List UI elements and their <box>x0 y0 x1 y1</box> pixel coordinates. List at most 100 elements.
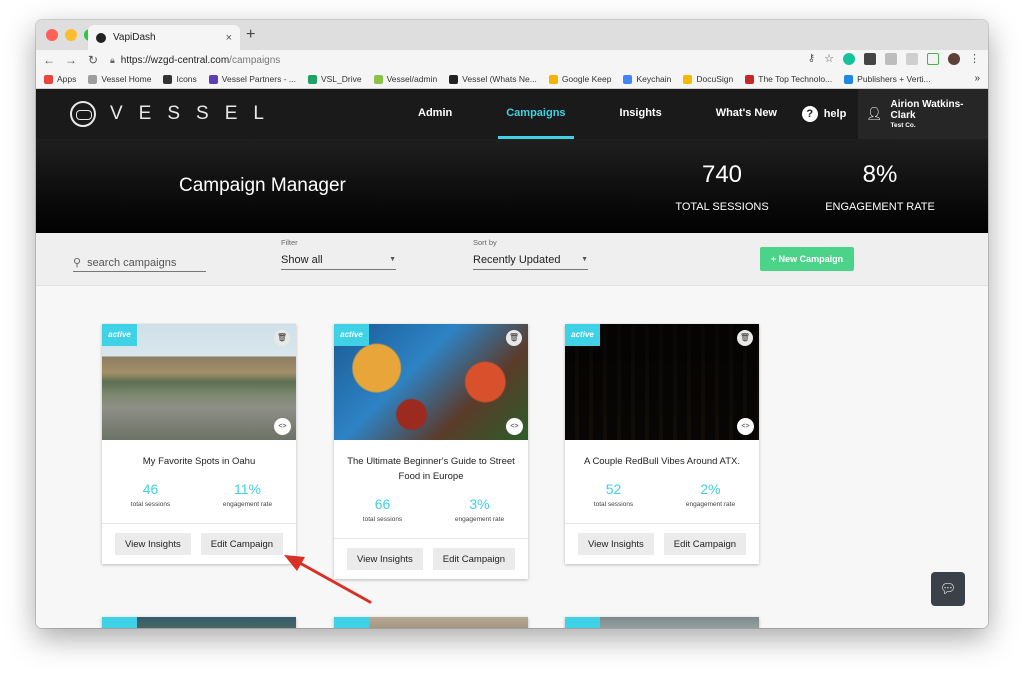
bookmark-item[interactable]: Vessel (Whats Ne... <box>449 74 537 84</box>
trash-icon[interactable]: 🗑︎ <box>737 330 753 346</box>
user-company: Test Co. <box>890 122 916 129</box>
browser-window: VapiDash × + ← → ↻ 🔒︎ https://wzgd-centr… <box>36 20 988 628</box>
bookmark-item[interactable]: Apps <box>44 74 76 84</box>
tab-close-icon[interactable]: × <box>226 32 232 44</box>
bookmark-label: Vessel (Whats Ne... <box>462 74 537 84</box>
menu-insights[interactable]: Insights <box>612 89 670 139</box>
campaign-card <box>102 617 296 628</box>
trash-icon[interactable]: 🗑︎ <box>274 330 290 346</box>
campaign-title: A Couple RedBull Vibes Around ATX. <box>584 456 740 467</box>
bookmarks-overflow-icon[interactable]: » <box>974 73 980 84</box>
reload-icon[interactable]: ↻ <box>84 53 102 67</box>
filter-select[interactable]: Filter Show all ▼ <box>281 238 396 270</box>
total-sessions-stat: 740 TOTAL SESSIONS <box>672 159 772 213</box>
campaign-thumbnail[interactable]: active 🗑︎ <> <box>102 324 296 440</box>
status-badge: active <box>334 324 369 346</box>
bookmark-label: Vessel Home <box>101 74 152 84</box>
bookmark-icon <box>844 74 854 84</box>
page-title: Campaign Manager <box>179 175 346 196</box>
engagement-label: engagement rate <box>222 501 273 508</box>
star-icon[interactable]: ☆ <box>824 52 834 65</box>
chat-widget-button[interactable]: 💬︎ <box>931 572 965 606</box>
extension-icon[interactable] <box>885 52 897 65</box>
sort-select[interactable]: Sort by Recently Updated ▼ <box>473 238 588 270</box>
user-name: Airion Watkins-Clark <box>890 99 964 121</box>
view-insights-button[interactable]: View Insights <box>114 533 191 555</box>
bookmark-item[interactable]: DocuSign <box>683 74 733 84</box>
campaign-grid: active 🗑︎ <> My Favorite Spots in Oahu 4… <box>36 286 988 628</box>
campaign-thumbnail[interactable] <box>334 617 528 628</box>
campaign-thumbnail[interactable] <box>565 617 759 628</box>
user-menu[interactable]: 👤︎ Airion Watkins-Clark Test Co. <box>858 89 988 139</box>
extension-icon[interactable] <box>906 52 918 65</box>
url-field[interactable]: 🔒︎ https://wzgd-central.com/campaigns <box>110 55 280 66</box>
minimize-window-button[interactable] <box>65 29 77 41</box>
bookmark-label: Apps <box>57 74 77 84</box>
bookmark-icon <box>449 74 459 84</box>
vessel-logo[interactable]: VESSEL <box>70 101 280 127</box>
bookmark-item[interactable]: Google Keep <box>548 74 611 84</box>
bookmark-item[interactable]: Keychain <box>623 74 671 84</box>
bookmark-icon <box>548 74 558 84</box>
favicon-icon <box>96 32 106 43</box>
edit-campaign-button[interactable]: Edit Campaign <box>200 533 284 555</box>
engagement-rate-value: 8% <box>862 161 898 188</box>
bookmark-label: The Top Technolo... <box>758 74 833 84</box>
sessions-value: 46 <box>142 481 159 497</box>
shield-extension-icon[interactable] <box>864 52 876 65</box>
new-tab-button[interactable]: + <box>246 26 255 44</box>
url-host: https://wzgd-central.com <box>120 54 230 66</box>
new-campaign-button[interactable]: + New Campaign <box>760 247 854 271</box>
search-input[interactable]: ⚲ search campaigns <box>73 254 206 272</box>
bookmark-icon <box>373 74 383 84</box>
forward-icon[interactable]: → <box>62 53 80 67</box>
view-insights-button[interactable]: View Insights <box>346 548 423 570</box>
analytics-extension-icon[interactable] <box>927 52 939 65</box>
bookmark-label: Publishers + Verti... <box>857 74 931 84</box>
bookmark-icon <box>683 74 693 84</box>
bookmark-item[interactable]: Vessel Home <box>88 74 151 84</box>
bookmark-item[interactable]: The Top Technolo... <box>745 74 832 84</box>
profile-avatar-icon[interactable] <box>948 52 960 65</box>
bookmark-label: Keychain <box>636 74 672 84</box>
status-badge: active <box>102 324 137 346</box>
menu-whats-new[interactable]: What's New <box>708 89 785 139</box>
vessel-helmet-icon <box>70 101 96 127</box>
chat-bubble-icon: 💬︎ <box>939 581 957 596</box>
more-menu-icon[interactable]: ⋮ <box>969 52 980 65</box>
close-window-button[interactable] <box>46 29 58 41</box>
help-button[interactable]: ? help <box>792 89 856 139</box>
edit-campaign-button[interactable]: Edit Campaign <box>432 548 516 570</box>
toolbar-extensions: ⚷ ☆ ⋮ <box>808 52 980 65</box>
bookmark-item[interactable]: Vessel Partners - ... <box>208 74 296 84</box>
bookmark-label: Icons <box>176 74 197 84</box>
menu-campaigns[interactable]: Campaigns <box>498 89 574 139</box>
browser-tab[interactable]: VapiDash × <box>88 25 240 50</box>
campaign-thumbnail[interactable]: active 🗑︎ <> <box>565 324 759 440</box>
edit-campaign-button[interactable]: Edit Campaign <box>663 533 747 555</box>
search-icon: ⚲ <box>73 257 82 269</box>
view-insights-button[interactable]: View Insights <box>577 533 654 555</box>
chevron-down-icon: ▼ <box>581 256 588 263</box>
bookmark-item[interactable]: Icons <box>163 74 197 84</box>
back-icon[interactable]: ← <box>40 53 58 67</box>
trash-icon[interactable]: 🗑︎ <box>506 330 522 346</box>
campaign-title: My Favorite Spots in Oahu <box>142 456 256 467</box>
embed-code-icon[interactable]: <> <box>737 418 754 435</box>
bookmark-item[interactable]: Publishers + Verti... <box>844 74 931 84</box>
total-sessions-value: 740 <box>701 161 743 188</box>
embed-code-icon[interactable]: <> <box>506 418 523 435</box>
engagement-value: 2% <box>700 481 721 497</box>
bookmark-item[interactable]: VSL_Drive <box>307 74 362 84</box>
campaign-thumbnail[interactable] <box>102 617 296 628</box>
bookmark-item[interactable]: Vessel/admin <box>373 74 437 84</box>
bookmark-label: VSL_Drive <box>320 74 362 84</box>
embed-code-icon[interactable]: <> <box>274 418 291 435</box>
filter-value: Show all <box>281 253 323 266</box>
grammarly-extension-icon[interactable] <box>843 52 855 65</box>
question-icon: ? <box>801 106 818 122</box>
key-icon[interactable]: ⚷ <box>808 53 815 64</box>
status-badge-indicator <box>102 617 137 628</box>
menu-admin[interactable]: Admin <box>410 89 460 139</box>
campaign-thumbnail[interactable]: active 🗑︎ <> <box>334 324 528 440</box>
